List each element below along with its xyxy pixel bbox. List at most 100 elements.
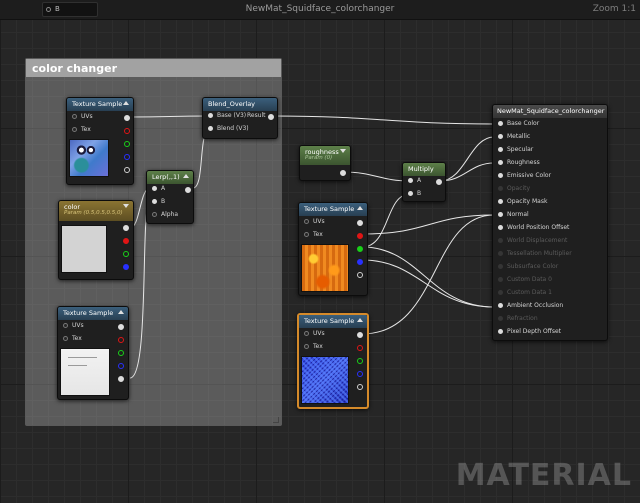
- pin-a[interactable]: A: [152, 185, 165, 192]
- material-input-ambient-occlusion[interactable]: Ambient Occlusion: [498, 302, 563, 309]
- texture-sample-squid-node[interactable]: Texture Sample UVs Tex: [66, 97, 134, 185]
- material-input-subsurface-color[interactable]: Subsurface Color: [498, 263, 558, 270]
- pin-base[interactable]: Base (V3): [208, 112, 246, 119]
- pin-blend[interactable]: Blend (V3): [208, 125, 249, 132]
- pin-uvs[interactable]: UVs: [304, 330, 325, 337]
- output-b-pin[interactable]: [124, 154, 130, 160]
- output-r-pin[interactable]: [357, 345, 363, 351]
- output-result-pin[interactable]: [268, 114, 274, 120]
- node-header[interactable]: Texture Sample: [299, 315, 367, 328]
- roughness-param-node[interactable]: roughness Param (0): [299, 145, 351, 181]
- material-input-pixel-depth-offset[interactable]: Pixel Depth Offset: [498, 328, 561, 335]
- pin-alpha[interactable]: Alpha: [152, 211, 178, 218]
- pin-uvs[interactable]: UVs: [72, 113, 93, 120]
- pin-b[interactable]: B: [408, 190, 421, 197]
- pin-dot-icon: [498, 277, 503, 282]
- output-b-pin[interactable]: [123, 264, 129, 270]
- pin-tex[interactable]: Tex: [72, 126, 91, 133]
- material-input-metallic[interactable]: Metallic: [498, 133, 530, 140]
- pin-tex[interactable]: Tex: [63, 335, 82, 342]
- output-g-pin[interactable]: [123, 251, 129, 257]
- pin-dot-icon: [304, 344, 309, 349]
- node-header[interactable]: Texture Sample: [299, 203, 367, 216]
- pin-dot-icon: [498, 173, 503, 178]
- output-pin[interactable]: [436, 179, 442, 185]
- collapse-icon[interactable]: [118, 310, 124, 314]
- pin-label: Tessellation Multiplier: [507, 250, 572, 257]
- output-r-pin[interactable]: [118, 337, 124, 343]
- output-r-pin[interactable]: [124, 128, 130, 134]
- material-input-custom-data-1[interactable]: Custom Data 1: [498, 289, 552, 296]
- material-input-world-position-offset[interactable]: World Position Offset: [498, 224, 569, 231]
- material-input-opacity[interactable]: Opacity: [498, 185, 530, 192]
- texture-preview: [301, 244, 349, 292]
- output-r-pin[interactable]: [123, 238, 129, 244]
- pin-dot-icon: [152, 212, 157, 217]
- pin-b[interactable]: B: [152, 198, 165, 205]
- pin-dot-icon: [63, 323, 68, 328]
- node-title: Texture Sample: [63, 309, 114, 317]
- pin-uvs[interactable]: UVs: [63, 322, 84, 329]
- material-input-emissive-color[interactable]: Emissive Color: [498, 172, 551, 179]
- node-header[interactable]: Multiply: [403, 163, 445, 176]
- material-input-world-displacement[interactable]: World Displacement: [498, 237, 567, 244]
- material-input-custom-data-0[interactable]: Custom Data 0: [498, 276, 552, 283]
- node-header[interactable]: NewMat_Squidface_colorchanger: [493, 105, 607, 118]
- output-g-pin[interactable]: [118, 350, 124, 356]
- collapse-icon[interactable]: [340, 149, 346, 153]
- collapse-icon[interactable]: [123, 101, 129, 105]
- output-a-pin[interactable]: [357, 272, 363, 278]
- node-title: Lerp(,,1): [152, 173, 180, 181]
- output-g-pin[interactable]: [124, 141, 130, 147]
- collapse-icon[interactable]: [123, 204, 129, 208]
- output-g-pin[interactable]: [357, 358, 363, 364]
- output-g-pin[interactable]: [357, 246, 363, 252]
- material-input-tessellation-multiplier[interactable]: Tessellation Multiplier: [498, 250, 572, 257]
- multiply-node[interactable]: Multiply A B: [402, 162, 446, 202]
- output-r-pin[interactable]: [357, 233, 363, 239]
- node-header[interactable]: Blend_Overlay: [203, 98, 277, 111]
- output-b-pin[interactable]: [357, 371, 363, 377]
- output-a-pin[interactable]: [124, 167, 130, 173]
- material-input-opacity-mask[interactable]: Opacity Mask: [498, 198, 547, 205]
- material-input-specular[interactable]: Specular: [498, 146, 533, 153]
- wire-mul-to-metallic: [439, 136, 495, 182]
- pin-tex[interactable]: Tex: [304, 231, 323, 238]
- material-input-base-color[interactable]: Base Color: [498, 120, 539, 127]
- pin-dot-icon: [152, 186, 157, 191]
- pin-tex[interactable]: Tex: [304, 343, 323, 350]
- node-header[interactable]: Lerp(,,1): [147, 171, 193, 184]
- texture-sample-orange-node[interactable]: Texture Sample UVs Tex: [298, 202, 368, 296]
- output-rgb-pin[interactable]: [357, 220, 363, 226]
- texture-sample-noise-node[interactable]: Texture Sample UVs Tex: [297, 313, 369, 409]
- pin-a[interactable]: A: [408, 177, 421, 184]
- output-rgb-pin[interactable]: [124, 115, 130, 121]
- pin-dot-icon: [498, 264, 503, 269]
- output-pin[interactable]: [340, 170, 346, 176]
- texture-sample-white-node[interactable]: Texture Sample UVs Tex: [57, 306, 129, 400]
- lerp-node[interactable]: Lerp(,,1) A B Alpha: [146, 170, 194, 224]
- collapse-icon[interactable]: [357, 206, 363, 210]
- pin-uvs[interactable]: UVs: [304, 218, 325, 225]
- node-header[interactable]: Texture Sample: [58, 307, 128, 320]
- material-input-refraction[interactable]: Refraction: [498, 315, 538, 322]
- output-b-pin[interactable]: [357, 259, 363, 265]
- material-input-roughness[interactable]: Roughness: [498, 159, 540, 166]
- color-param-node[interactable]: color Param (0.5,0.5,0.5,0): [58, 200, 134, 280]
- output-a-pin[interactable]: [357, 384, 363, 390]
- collapse-icon[interactable]: [357, 318, 363, 322]
- material-input-normal[interactable]: Normal: [498, 211, 529, 218]
- output-pin[interactable]: [185, 187, 191, 193]
- output-a-pin[interactable]: [118, 376, 124, 382]
- collapse-icon[interactable]: [183, 174, 189, 178]
- blend-overlay-node[interactable]: Blend_Overlay Base (V3) Blend (V3) Resul…: [202, 97, 278, 139]
- output-b-pin[interactable]: [118, 363, 124, 369]
- output-rgb-pin[interactable]: [123, 225, 129, 231]
- node-header[interactable]: roughness Param (0): [300, 146, 350, 165]
- output-rgb-pin[interactable]: [357, 332, 363, 338]
- node-header[interactable]: Texture Sample: [67, 98, 133, 111]
- output-rgb-pin[interactable]: [118, 324, 124, 330]
- node-header[interactable]: color Param (0.5,0.5,0.5,0): [59, 201, 133, 221]
- material-result-node[interactable]: NewMat_Squidface_colorchanger Base Color…: [492, 104, 608, 341]
- pin-label: UVs: [313, 330, 325, 337]
